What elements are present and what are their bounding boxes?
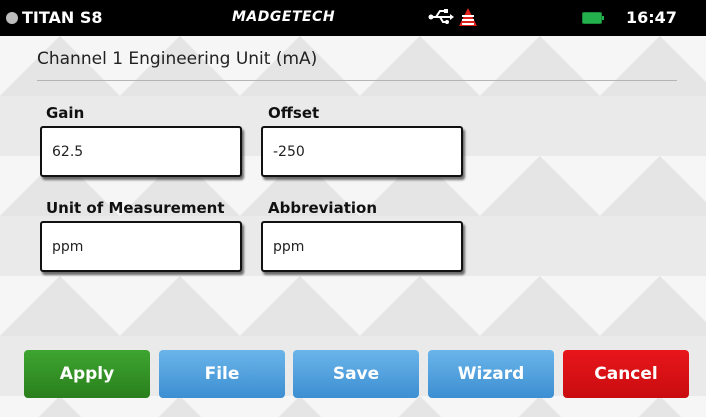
unit-of-measurement-label: Unit of Measurement [46,199,225,217]
brand-logo: MADGETECH [232,9,336,25]
page-title: Channel 1 Engineering Unit (mA) [37,49,318,69]
wizard-button[interactable]: Wizard [428,350,554,398]
abbreviation-field-box [261,221,463,272]
title-divider [37,80,677,81]
alert-icon [459,8,477,26]
clock-time: 16:47 [626,8,677,27]
usb-icon [428,9,454,24]
gain-input[interactable] [52,128,232,175]
unit-of-measurement-input[interactable] [52,223,232,270]
save-button[interactable]: Save [293,350,419,398]
battery-icon [582,12,604,24]
status-dot-icon [6,12,18,24]
gain-field-box [40,126,242,177]
apply-button[interactable]: Apply [24,350,150,398]
offset-input[interactable] [273,128,453,175]
gain-label: Gain [46,104,85,122]
file-button[interactable]: File [159,350,285,398]
offset-label: Offset [268,104,320,122]
status-bar: TITAN S8 MADGETECH 16:47 [0,0,706,36]
unit-field-box [40,221,242,272]
device-name: TITAN S8 [22,8,103,27]
offset-field-box [261,126,463,177]
abbreviation-input[interactable] [273,223,453,270]
abbreviation-label: Abbreviation [268,199,377,217]
cancel-button[interactable]: Cancel [563,350,689,398]
